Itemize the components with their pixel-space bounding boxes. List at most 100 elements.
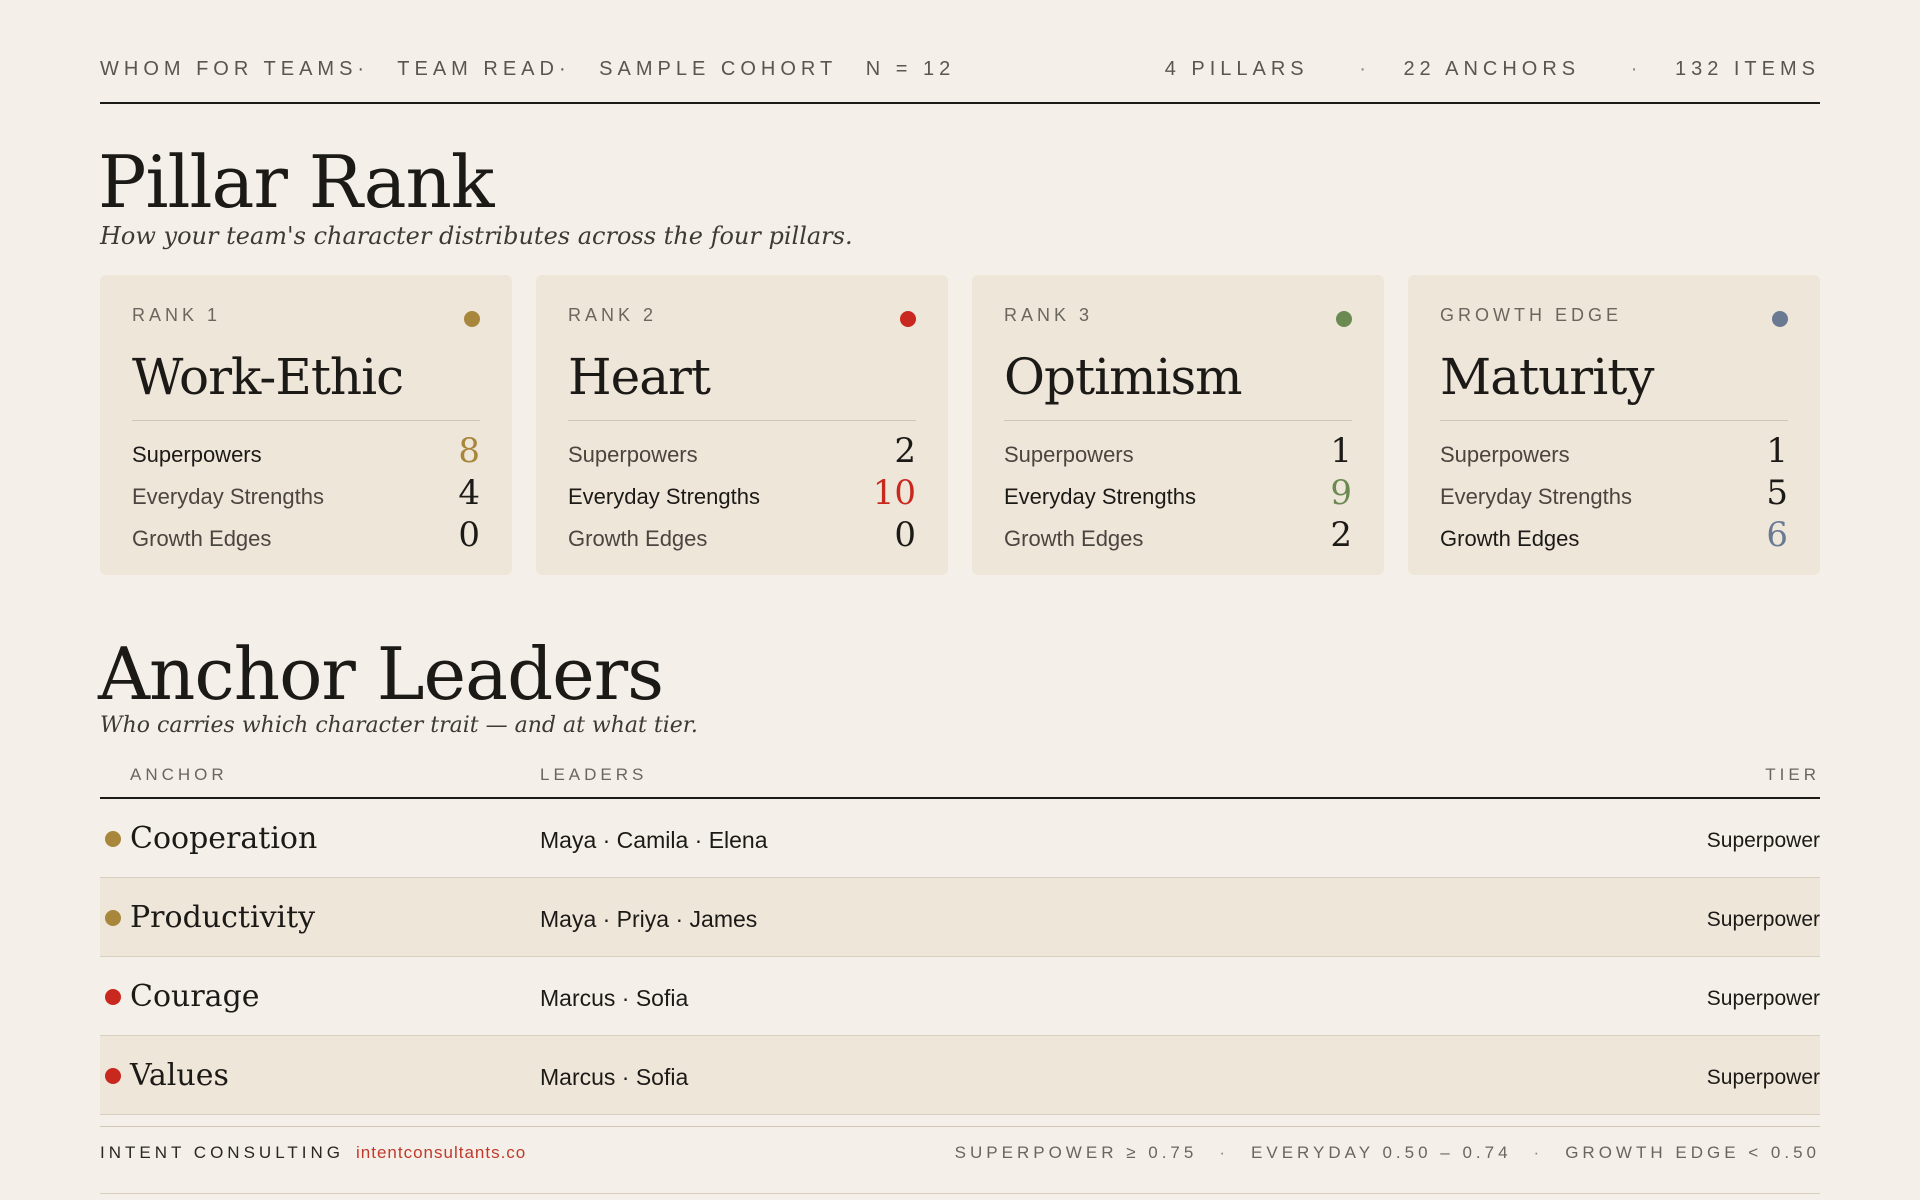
footer: INTENT CONSULTING intentconsultants.co SU…	[100, 1126, 1820, 1179]
pillar-stat-row: Growth Edges 0	[568, 515, 916, 557]
legend-superpower: SUPERPOWER ≥ 0.75	[954, 1143, 1198, 1162]
stat-label: Everyday Strengths	[1004, 484, 1196, 509]
pillar-card: RANK 3 Optimism Superpowers 1 Everyday Stren…	[972, 275, 1384, 575]
footer-brand: INTENT CONSULTING	[100, 1143, 344, 1162]
pillar-name: Optimism	[1004, 348, 1352, 421]
table-row: Productivity Maya · Priya · James Superpow…	[100, 878, 1820, 957]
separator: ·	[1359, 58, 1371, 80]
stat-label: Everyday Strengths	[1440, 484, 1632, 509]
pillar-card: GROWTH EDGE Maturity Superpowers 1 Everyday …	[1408, 275, 1820, 575]
anchor-color-dot-icon	[105, 989, 121, 1005]
read-label: TEAM READ·	[397, 58, 571, 80]
pillar-stat-row: Superpowers 1	[1440, 431, 1788, 473]
anchor-tier: Superpower	[1706, 1066, 1820, 1089]
anchor-leaders: Marcus · Sofia	[540, 1064, 689, 1090]
stat-value: 9	[1330, 473, 1352, 513]
footer-left: INTENT CONSULTING intentconsultants.co	[100, 1143, 526, 1163]
stat-value: 10	[872, 473, 916, 513]
stat-label: Superpowers	[568, 442, 698, 467]
brand-label: WHOM FOR TEAMS·	[100, 58, 370, 80]
card-rank: RANK 2	[568, 305, 658, 325]
top-bar-right: 4 PILLARS · 22 ANCHORS · 132 ITEMS	[1165, 58, 1820, 81]
stat-label: Everyday Strengths	[568, 484, 760, 509]
column-tier: TIER	[1765, 765, 1820, 784]
stat-value: 8	[458, 431, 480, 471]
stat-value: 5	[1766, 473, 1788, 513]
stat-label: Superpowers	[1440, 442, 1570, 467]
pillar-stat-row: Growth Edges 2	[1004, 515, 1352, 557]
pillar-rank-title: Pillar Rank	[98, 140, 495, 224]
footer-link[interactable]: intentconsultants.co	[356, 1143, 526, 1162]
anchor-leaders: Maya · Priya · James	[540, 906, 758, 932]
anchor-color-dot-icon	[105, 1068, 121, 1084]
pillar-stat-row: Everyday Strengths 5	[1440, 473, 1788, 515]
anchor-leaders-subtitle: Who carries which character trait — and …	[100, 713, 698, 738]
pillar-color-dot-icon	[1336, 311, 1352, 327]
pillar-stat-row: Superpowers 1	[1004, 431, 1352, 473]
card-rank: RANK 1	[132, 305, 222, 325]
column-anchor: ANCHOR	[130, 765, 228, 784]
top-bar: WHOM FOR TEAMS· TEAM READ· SAMPLE COHORT…	[100, 58, 1820, 104]
stat-label: Growth Edges	[568, 526, 708, 551]
pillar-color-dot-icon	[464, 311, 480, 327]
stat-value: 6	[1766, 515, 1788, 555]
pillar-rank-subtitle: How your team's character distributes ac…	[100, 222, 853, 250]
stat-value: 1	[1330, 431, 1352, 471]
stat-value: 0	[894, 515, 916, 555]
stat-value: 2	[1330, 515, 1352, 555]
card-rank: RANK 3	[1004, 305, 1094, 325]
pillar-name: Maturity	[1440, 348, 1788, 421]
stat-value: 4	[458, 473, 480, 513]
anchor-color-dot-icon	[105, 910, 121, 926]
anchor-leaders: Maya · Camila · Elena	[540, 827, 768, 853]
table-row: Values Marcus · Sofia Superpower	[100, 1036, 1820, 1115]
table-row: Cooperation Maya · Camila · Elena Superpow…	[100, 799, 1820, 878]
separator: ·	[1533, 1143, 1544, 1162]
pillar-stat-row: Growth Edges 0	[132, 515, 480, 557]
anchor-name: Productivity	[130, 900, 316, 935]
cohort-size: n = 12	[865, 58, 956, 80]
pillar-stat-row: Growth Edges 6	[1440, 515, 1788, 557]
cohort-label: SAMPLE COHORT	[599, 58, 838, 80]
row-shade	[100, 878, 1820, 956]
separator: ·	[1219, 1143, 1230, 1162]
row-shade	[100, 1036, 1820, 1114]
table-header: ANCHOR LEADERS TIER	[100, 765, 1820, 799]
separator: ·	[1630, 58, 1643, 80]
stat-label: Growth Edges	[1440, 526, 1580, 551]
anchor-color-dot-icon	[105, 831, 121, 847]
pillar-card: RANK 1 Work-Ethic Superpowers 8 Everyday Str…	[100, 275, 512, 575]
pillar-name: Work-Ethic	[132, 348, 480, 421]
anchor-name: Courage	[130, 979, 260, 1014]
pillar-name: Heart	[568, 348, 916, 421]
pillar-color-dot-icon	[900, 311, 916, 327]
pillar-cards: RANK 1 Work-Ethic Superpowers 8 Everyday Str…	[100, 275, 1820, 575]
stat-label: Growth Edges	[132, 526, 272, 551]
pillar-count: 4 PILLARS	[1164, 58, 1309, 80]
stat-value: 2	[894, 431, 916, 471]
column-leaders: LEADERS	[540, 765, 648, 784]
legend-everyday: EVERYDAY 0.50 – 0.74	[1251, 1143, 1512, 1162]
stat-value: 0	[458, 515, 480, 555]
stat-value: 1	[1766, 431, 1788, 471]
pillar-stat-row: Superpowers 8	[132, 431, 480, 473]
pillar-stat-row: Superpowers 2	[568, 431, 916, 473]
anchor-count: 22 ANCHORS	[1403, 58, 1581, 80]
tier-legend: SUPERPOWER ≥ 0.75 · EVERYDAY 0.50 – 0.74 · G…	[955, 1143, 1820, 1163]
anchor-tier: Superpower	[1706, 908, 1820, 931]
stat-label: Superpowers	[1004, 442, 1134, 467]
card-rank: GROWTH EDGE	[1440, 305, 1622, 325]
top-bar-left: WHOM FOR TEAMS· TEAM READ· SAMPLE COHORT…	[100, 58, 973, 81]
table-row: Courage Marcus · Sofia Superpower	[100, 957, 1820, 1036]
pillar-stat-row: Everyday Strengths 10	[568, 473, 916, 515]
anchor-leaders: Marcus · Sofia	[540, 985, 689, 1011]
anchor-tier: Superpower	[1706, 987, 1820, 1010]
pillar-color-dot-icon	[1772, 311, 1788, 327]
stat-label: Growth Edges	[1004, 526, 1144, 551]
anchor-name: Cooperation	[130, 821, 318, 856]
item-count: 132 ITEMS	[1674, 58, 1820, 80]
stat-label: Superpowers	[132, 442, 262, 467]
pillar-stat-row: Everyday Strengths 4	[132, 473, 480, 515]
anchor-name: Values	[130, 1058, 229, 1093]
anchor-leaders-title: Anchor Leaders	[98, 632, 664, 716]
